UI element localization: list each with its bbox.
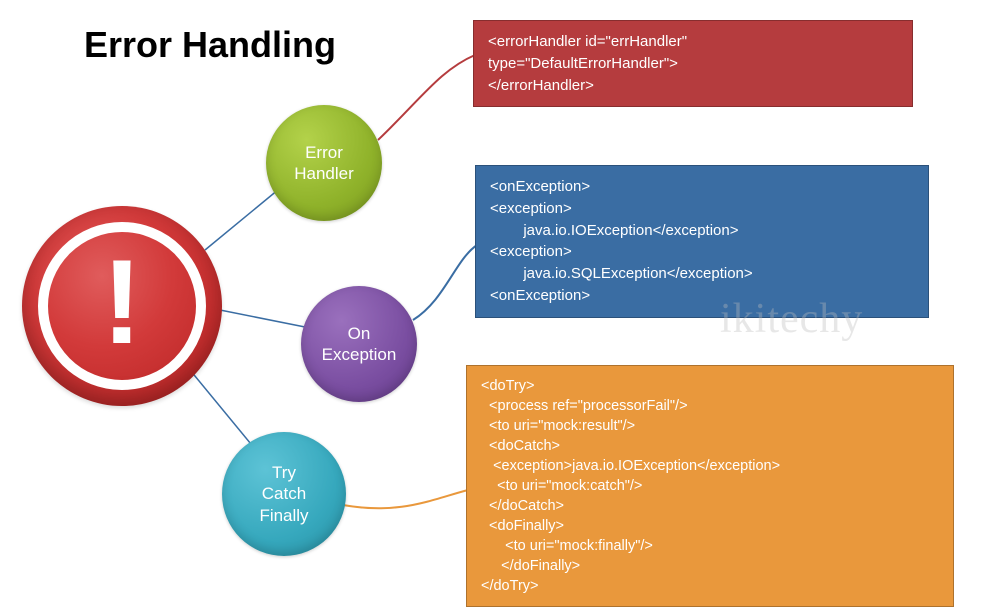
codebox-do-try: <doTry> <process ref="processorFail"/> <…	[466, 365, 954, 607]
watermark-text: ikitechy	[720, 295, 863, 343]
node-error-handler-label: Error Handler	[294, 142, 354, 185]
diagram-title: Error Handling	[84, 24, 336, 66]
warning-ring: !	[38, 222, 206, 390]
exclamation-icon: !	[102, 242, 142, 362]
node-on-exception-label: On Exception	[322, 323, 397, 366]
node-try-catch-finally-label: Try Catch Finally	[259, 462, 308, 526]
warning-icon: !	[22, 206, 222, 406]
node-on-exception: On Exception	[301, 286, 417, 402]
codebox-error-handler: <errorHandler id="errHandler" type="Defa…	[473, 20, 913, 107]
node-try-catch-finally: Try Catch Finally	[222, 432, 346, 556]
node-error-handler: Error Handler	[266, 105, 382, 221]
